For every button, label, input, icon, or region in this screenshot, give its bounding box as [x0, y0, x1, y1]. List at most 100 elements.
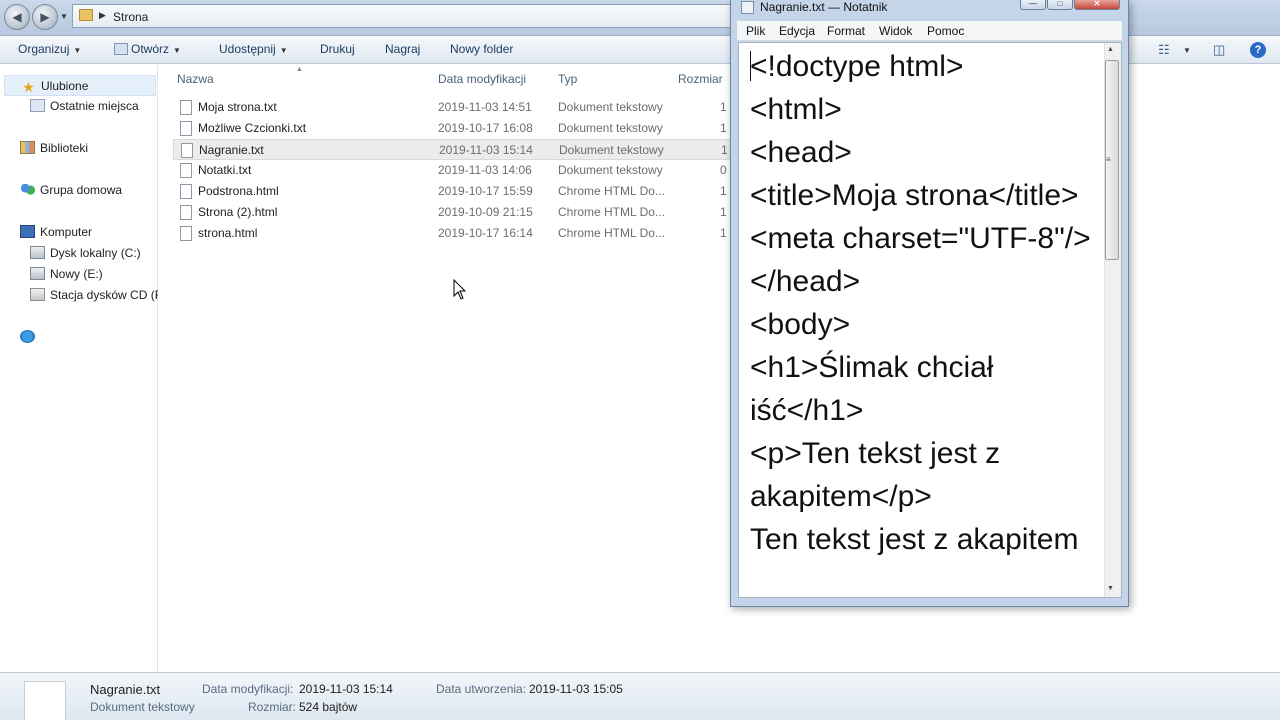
- file-row[interactable]: Notatki.txt 2019-11-03 14:06 Dokument te…: [173, 160, 733, 181]
- scroll-down-arrow-icon[interactable]: ▼: [1107, 585, 1114, 592]
- nav-item-libraries[interactable]: Biblioteki: [20, 141, 158, 159]
- minimize-button[interactable]: —: [1020, 0, 1046, 10]
- folder-icon: [79, 9, 93, 21]
- menu-format[interactable]: Format: [827, 24, 865, 38]
- details-modified-label: Data modyfikacji:: [202, 682, 294, 696]
- sort-ascending-icon: ▲: [296, 66, 303, 73]
- text-line: <p>Ten tekst jest z: [750, 437, 1001, 470]
- file-row[interactable]: Możliwe Czcionki.txt 2019-10-17 16:08 Do…: [173, 118, 733, 139]
- file-modified: 2019-11-03 14:06: [438, 163, 532, 177]
- file-name: Notatki.txt: [198, 163, 252, 177]
- forward-button[interactable]: ▶: [32, 4, 58, 30]
- text-line: <body>: [750, 308, 851, 341]
- column-header-type[interactable]: Typ: [558, 72, 577, 86]
- open-button[interactable]: Otwórz ▼: [114, 42, 181, 56]
- breadcrumb-current-folder[interactable]: Strona: [113, 10, 148, 24]
- details-filename: Nagranie.txt: [90, 682, 161, 697]
- file-size: 1: [720, 184, 727, 198]
- column-header-size[interactable]: Rozmiar: [678, 72, 723, 86]
- close-button[interactable]: ✕: [1074, 0, 1120, 10]
- details-size-value: 524 bajtów: [299, 700, 358, 714]
- nav-item-network[interactable]: [20, 330, 158, 348]
- file-type: Chrome HTML Do...: [558, 184, 665, 198]
- nav-item-recent[interactable]: Ostatnie miejsca: [30, 99, 158, 117]
- file-thumbnail-icon: [24, 681, 66, 720]
- column-header-name[interactable]: Nazwa: [177, 72, 214, 86]
- text-line: </head>: [750, 265, 861, 298]
- file-row[interactable]: Podstrona.html 2019-10-17 15:59 Chrome H…: [173, 181, 733, 202]
- breadcrumb-chevron-icon[interactable]: ▶: [99, 10, 106, 21]
- view-options-icon[interactable]: ☷: [1158, 42, 1170, 58]
- chevron-down-icon: ▼: [279, 46, 288, 55]
- notepad-content: <!doctype html> <html> <head> <title>Moj…: [750, 45, 1105, 561]
- drive-icon: [30, 267, 45, 280]
- nav-item-homegroup[interactable]: Grupa domowa: [20, 183, 158, 201]
- nav-item-cd-drive[interactable]: Stacja dysków CD (F: [30, 288, 158, 306]
- text-line: <head>: [750, 136, 852, 169]
- text-line: <title>Moja strona</title>: [750, 179, 1079, 212]
- nav-label: Ostatnie miejsca: [50, 99, 139, 113]
- file-row[interactable]: Moja strona.txt 2019-11-03 14:51 Dokumen…: [173, 97, 733, 118]
- address-bar[interactable]: ▶ Strona: [72, 4, 752, 28]
- nav-label: Ulubione: [41, 79, 89, 93]
- notepad-text-area[interactable]: <!doctype html> <html> <head> <title>Moj…: [738, 42, 1122, 598]
- file-type: Chrome HTML Do...: [558, 226, 665, 240]
- file-modified: 2019-10-09 21:15: [438, 205, 533, 219]
- menu-edit[interactable]: Edycja: [779, 24, 815, 38]
- recent-places-icon: [30, 99, 45, 112]
- details-pane: Nagranie.txt Dokument tekstowy Data mody…: [0, 672, 1280, 720]
- html-file-icon: [180, 226, 192, 241]
- file-row[interactable]: Strona (2).html 2019-10-09 21:15 Chrome …: [173, 202, 733, 223]
- libraries-icon: [20, 141, 35, 154]
- help-icon[interactable]: ?: [1250, 42, 1266, 58]
- menu-help[interactable]: Pomoc: [927, 24, 964, 38]
- file-size: 1: [720, 205, 727, 219]
- burn-button[interactable]: Nagraj: [385, 42, 420, 56]
- file-type: Dokument tekstowy: [558, 163, 663, 177]
- menu-view[interactable]: Widok: [879, 24, 912, 38]
- chevron-down-icon: ▼: [73, 46, 82, 55]
- notepad-icon: [741, 1, 754, 14]
- recent-pages-dropdown-icon[interactable]: ▼: [60, 12, 68, 21]
- back-button[interactable]: ◀: [4, 4, 30, 30]
- text-file-icon: [180, 100, 192, 115]
- text-file-icon: [180, 121, 192, 136]
- text-line: akapitem</p>: [750, 480, 932, 513]
- share-button[interactable]: Udostępnij ▼: [219, 42, 288, 56]
- file-name: strona.html: [198, 226, 258, 240]
- nav-item-local-disk[interactable]: Dysk lokalny (C:): [30, 246, 158, 264]
- nav-item-favorites[interactable]: ★ Ulubione: [4, 75, 156, 96]
- homegroup-icon: [20, 183, 35, 196]
- new-folder-button[interactable]: Nowy folder: [450, 42, 513, 56]
- organize-button[interactable]: Organizuj ▼: [18, 42, 81, 56]
- star-icon: ★: [22, 79, 35, 95]
- cd-drive-icon: [30, 288, 45, 301]
- details-filetype: Dokument tekstowy: [90, 700, 195, 714]
- computer-icon: [20, 225, 35, 238]
- file-row[interactable]: strona.html 2019-10-17 16:14 Chrome HTML…: [173, 223, 733, 244]
- nav-item-computer[interactable]: Komputer: [20, 225, 158, 243]
- file-name: Możliwe Czcionki.txt: [198, 121, 307, 135]
- print-button[interactable]: Drukuj: [320, 42, 355, 56]
- file-name: Nagranie.txt: [199, 143, 264, 157]
- preview-pane-icon[interactable]: ◫: [1213, 42, 1225, 58]
- file-size: 0: [720, 163, 727, 177]
- nav-label: Nowy (E:): [50, 267, 103, 281]
- mouse-pointer-icon: [453, 279, 467, 300]
- file-name: Podstrona.html: [198, 184, 279, 198]
- view-dropdown-icon[interactable]: ▼: [1183, 46, 1191, 55]
- file-type: Chrome HTML Do...: [558, 205, 665, 219]
- network-icon: [20, 330, 35, 343]
- file-size: 1: [720, 121, 727, 135]
- nav-item-new-drive[interactable]: Nowy (E:): [30, 267, 158, 285]
- file-size: 1: [720, 100, 727, 114]
- menu-file[interactable]: Plik: [746, 24, 765, 38]
- file-modified: 2019-11-03 14:51: [438, 100, 532, 114]
- column-header-modified[interactable]: Data modyfikacji: [438, 72, 526, 86]
- scroll-up-arrow-icon[interactable]: ▲: [1107, 46, 1114, 53]
- file-row-selected[interactable]: Nagranie.txt 2019-11-03 15:14 Dokument t…: [173, 139, 733, 160]
- text-line: <meta charset="UTF-8"/>: [750, 222, 1091, 255]
- hard-drive-icon: [30, 246, 45, 259]
- maximize-button[interactable]: □: [1047, 0, 1073, 10]
- nav-label: Biblioteki: [40, 141, 89, 155]
